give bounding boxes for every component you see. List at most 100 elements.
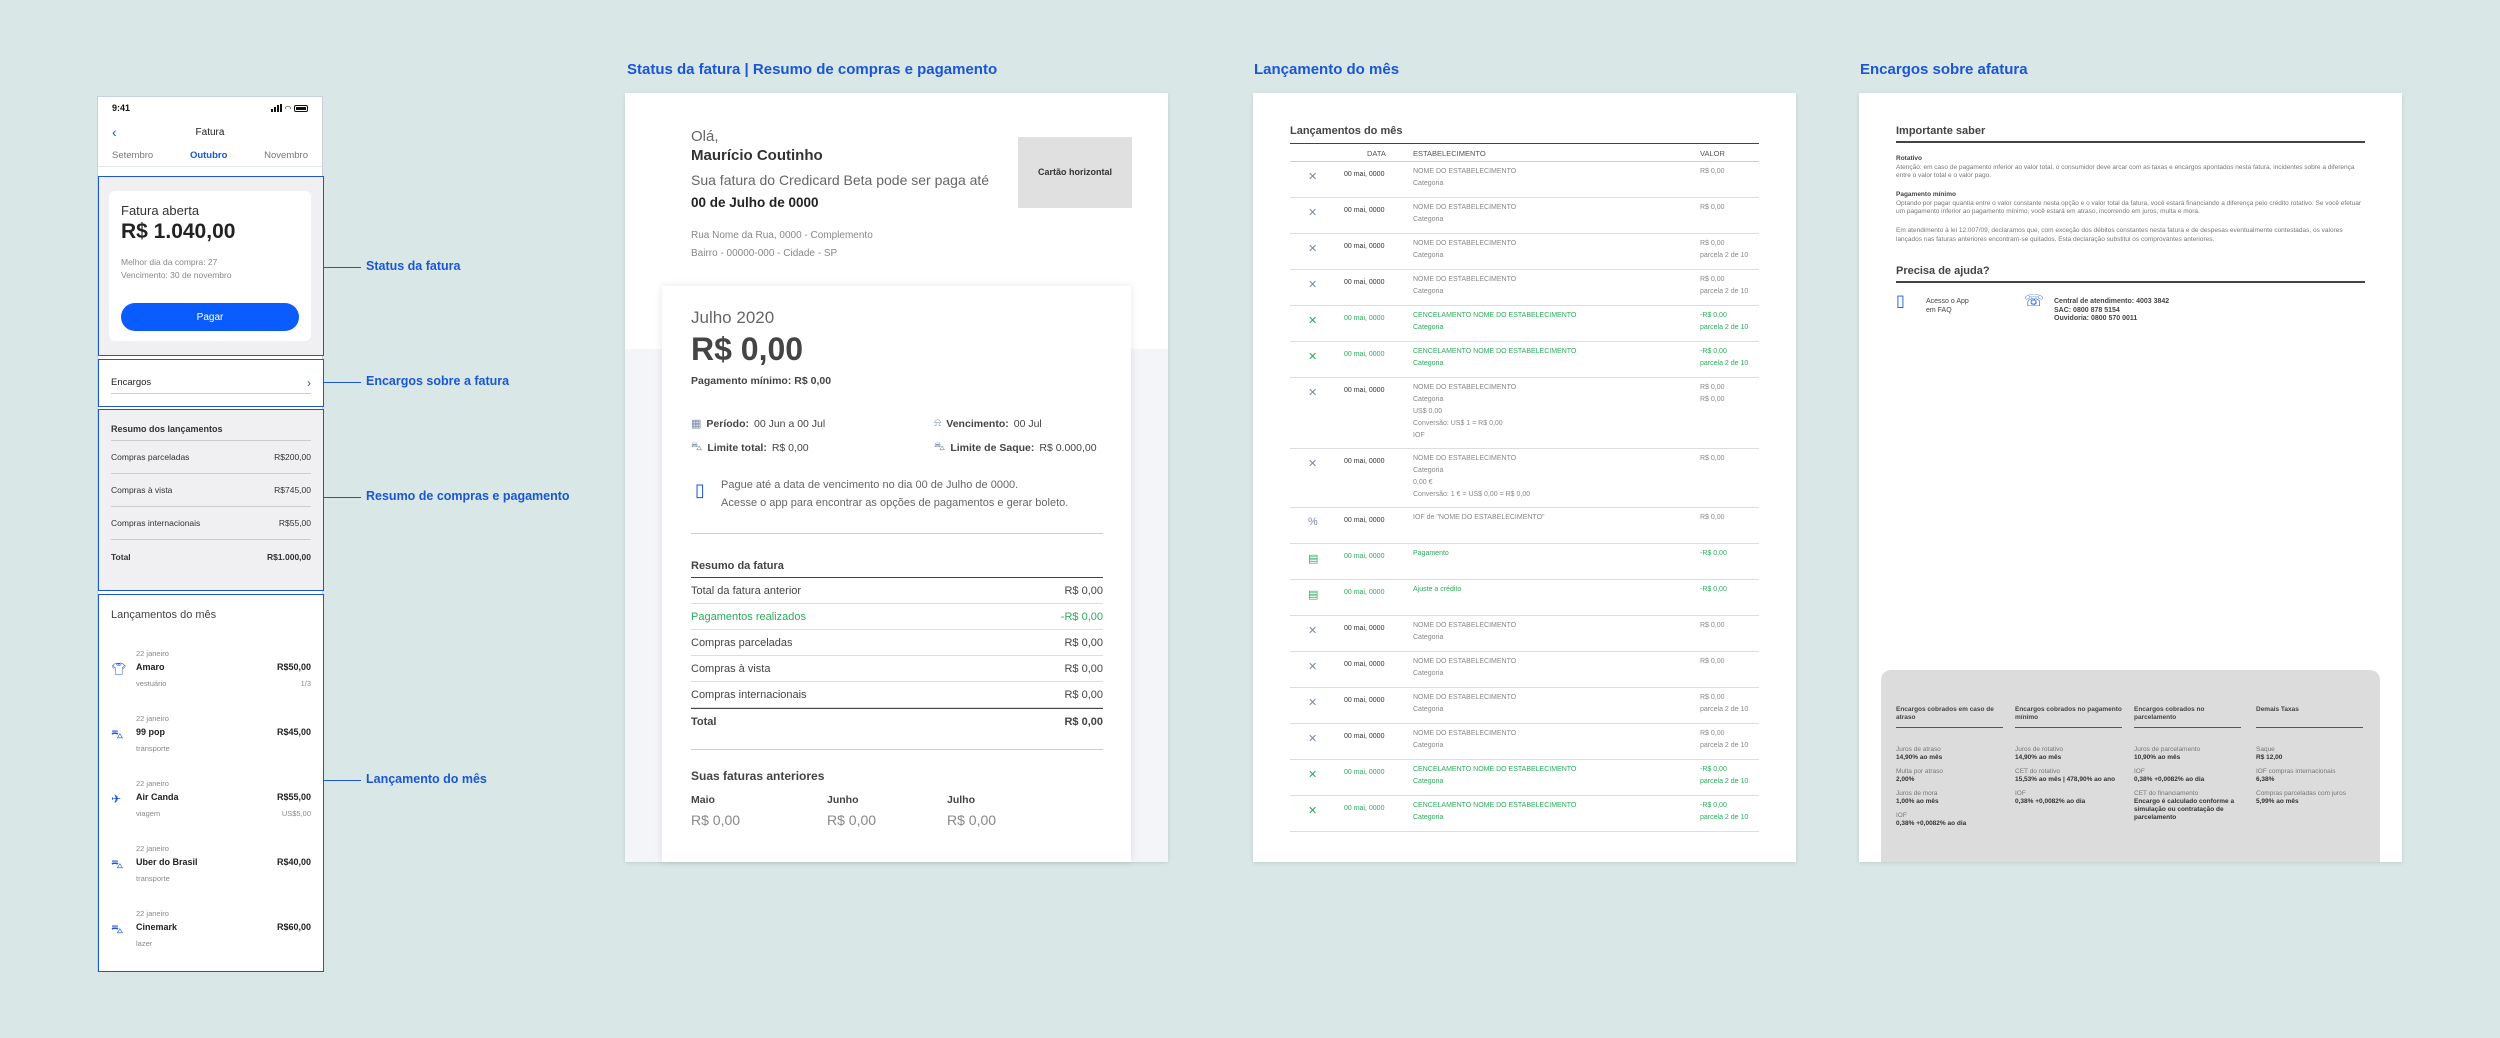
- car-icon: ⛍: [691, 441, 703, 453]
- nav-title: Fatura: [195, 126, 225, 138]
- minimo-text: Pagamento mínimo Optando por pagar quant…: [1896, 191, 2362, 215]
- column-title: Encargos cobrados em caso de atraso: [1896, 706, 2003, 728]
- saque-info: ⛍ Limite de Saque: R$ 0.000,00: [934, 441, 1097, 454]
- annotation-line: [323, 780, 361, 781]
- table-row: Total da fatura anterior R$ 0,00: [691, 578, 1103, 604]
- row-value: -R$ 0,00 parcela 2 de 10: [1700, 312, 1749, 331]
- help-app[interactable]: ▯ Acesso o App em FAQ: [1896, 294, 1996, 315]
- charge-label: Multa por atraso: [1896, 768, 1943, 775]
- section-title-encargos: Encargos sobre afatura: [1860, 61, 2028, 78]
- resumo-list: Resumo dos lançamentos Compras parcelada…: [111, 418, 311, 573]
- list-item[interactable]: 22 janeiro 👕︎ Amaro R$50,00 vestuário 1/…: [111, 649, 311, 709]
- table-row: ✕ 00 mai, 0000 NOME DO ESTABELECIMENTO Cate…: [1290, 616, 1759, 652]
- charge-label: Juros de parcelamento: [2134, 746, 2201, 753]
- row-value: -R$ 0,00 parcela 2 de 10: [1700, 348, 1749, 367]
- row-establishment: NOME DO ESTABELECIMENTO Categoria: [1413, 204, 1517, 223]
- wifi-icon: ◠: [284, 103, 291, 113]
- list-item[interactable]: 22 janeiro ⛍ 99 pop R$45,00 transporte: [111, 714, 311, 774]
- table-row: % 00 mai, 0000 IOF de "NOME DO ESTABELECIM…: [1290, 508, 1759, 544]
- table-row: ▤ 00 mai, 0000 Pagamento -R$ 0,00: [1290, 544, 1759, 580]
- status-time: 9:41: [112, 103, 131, 113]
- status-section: Fatura aberta R$ 1.040,00 Melhor dia da …: [98, 176, 324, 356]
- col-valor: VALOR: [1700, 149, 1725, 158]
- table-row: ✕ 00 mai, 0000 NOME DO ESTABELECIMENTO Cate…: [1290, 270, 1759, 306]
- lancamentos-table: DATA ESTABELECIMENTO VALOR ✕ 00 mai, 0000…: [1290, 143, 1759, 832]
- importante-title: Importante saber: [1896, 125, 1986, 137]
- charge-value: 0,38% +0,0082% ao dia: [1896, 820, 1967, 827]
- percent-icon: %: [1308, 516, 1318, 528]
- charge-value: 1,00% ao mês: [1896, 798, 1939, 805]
- invoice-month: Julho 2020: [691, 308, 775, 327]
- customer-name: Maurício Coutinho: [691, 147, 823, 164]
- row-establishment: NOME DO ESTABELECIMENTO Categoria 0,00 € Co…: [1413, 455, 1531, 498]
- row-establishment: CENCELAMENTO NOME DO ESTABELECIMENTO Cate…: [1413, 802, 1577, 821]
- divider: [1896, 281, 2365, 283]
- invoice-message: Sua fatura do Credicard Beta pode ser pa…: [691, 172, 990, 210]
- row-value: R$ 0,00: [1700, 455, 1725, 462]
- vencimento-info: ⍾ Vencimento: 00 Jul: [934, 417, 1042, 430]
- atendimento-text: Em atendimento à lei 12.007/09, declaram…: [1896, 227, 2343, 243]
- previous-invoice[interactable]: Junho R$ 0,00: [827, 794, 876, 828]
- tab-novembro[interactable]: Novembro: [264, 150, 308, 161]
- list-item[interactable]: 22 janeiro ⛍ Cinemark R$60,00 lazer: [111, 909, 311, 969]
- row-establishment: IOF de "NOME DO ESTABELECIMENTO": [1413, 514, 1545, 521]
- limite-info: ⛍ Limite total: R$ 0,00: [691, 441, 809, 454]
- charge-label: Juros de atraso: [1896, 746, 1941, 753]
- due-date: Vencimento: 30 de novembro: [121, 270, 232, 280]
- phone-icon: ▯: [695, 480, 705, 500]
- row-establishment: NOME DO ESTABELECIMENTO Categoria: [1413, 240, 1517, 259]
- pay-button[interactable]: Pagar: [121, 303, 299, 331]
- encargos-label: Encargos: [111, 377, 152, 388]
- annotation-line: [323, 382, 361, 383]
- payment-note: ▯ Pague até a data de vencimento no dia …: [695, 479, 1069, 509]
- periodo-info: ▦ Período: 00 Jun a 00 Jul: [691, 417, 826, 431]
- receipt-icon: ▤: [1308, 589, 1319, 601]
- lancamentos-page: Lançamentos do mês DATA ESTABELECIMENTO …: [1253, 93, 1796, 862]
- encargos-row[interactable]: Encargos ›: [111, 372, 311, 394]
- car-icon: ⛍: [111, 857, 124, 871]
- previous-invoices-title: Suas faturas anteriores: [691, 769, 825, 783]
- transaction-icon: ✕: [1308, 279, 1318, 291]
- card-title: Fatura aberta: [121, 203, 200, 218]
- charge-value: R$ 12,00: [2256, 754, 2283, 761]
- column-title: Demais Taxas: [2256, 706, 2363, 728]
- encargos-table: Encargos cobrados em caso de atraso Juros…: [1881, 670, 2380, 862]
- row-value: -R$ 0,00: [1700, 550, 1727, 557]
- charge-value: Encargo é calculado conforme a simulação…: [2134, 798, 2235, 821]
- tab-outubro[interactable]: Outubro: [190, 150, 227, 161]
- row-date: 00 mai, 0000: [1344, 769, 1385, 776]
- rotativo-text: Rotativo Atenção: em caso de pagamento i…: [1896, 155, 2355, 179]
- previous-invoice[interactable]: Julho R$ 0,00: [947, 794, 996, 828]
- table-row: ✕ 00 mai, 0000 NOME DO ESTABELECIMENTO Cate…: [1290, 724, 1759, 760]
- row-value: -R$ 0,00 parcela 2 de 10: [1700, 802, 1749, 821]
- calendar-icon: ▦: [691, 418, 702, 430]
- battery-icon: [294, 104, 308, 112]
- transaction-icon: ✕: [1308, 387, 1318, 399]
- previous-invoice[interactable]: Maio R$ 0,00: [691, 794, 740, 828]
- row-value: R$ 0,00: [1700, 168, 1725, 175]
- transaction-icon: ✕: [1308, 207, 1318, 219]
- list-item[interactable]: 22 janeiro ⛍ Uber do Brasil R$40,00 tran…: [111, 844, 311, 904]
- charge-label: IOF: [2134, 768, 2145, 775]
- row-establishment: CENCELAMENTO NOME DO ESTABELECIMENTO Cate…: [1413, 312, 1577, 331]
- charge-label: CET do rotativo: [2015, 768, 2061, 775]
- row-date: 00 mai, 0000: [1344, 661, 1385, 668]
- transaction-icon: ✕: [1308, 243, 1318, 255]
- encargos-column: Encargos cobrados em caso de atraso Juros…: [1896, 706, 2003, 834]
- chevron-right-icon: ›: [307, 375, 311, 390]
- back-arrow-icon[interactable]: ‹: [112, 124, 117, 140]
- row-value: R$ 0,00 R$ 0,00: [1700, 384, 1725, 403]
- card-amount: R$ 1.040,00: [121, 220, 236, 243]
- list-item[interactable]: 22 janeiro ✈ Air Canda R$55,00 viagem US…: [111, 779, 311, 839]
- table-row: ✕ 00 mai, 0000 NOME DO ESTABELECIMENTO Cate…: [1290, 378, 1759, 449]
- charge-value: 2,00%: [1896, 776, 1915, 783]
- resumo-title: Resumo dos lançamentos: [111, 418, 311, 441]
- row-establishment: NOME DO ESTABELECIMENTO Categoria: [1413, 168, 1517, 187]
- car-icon: ⛍: [111, 727, 124, 741]
- charge-label: Juros de rotativo: [2015, 746, 2064, 753]
- annotation-lancamento: Lançamento do mês: [366, 772, 487, 786]
- table-row: ✕ 00 mai, 0000 CENCELAMENTO NOME DO ESTABE…: [1290, 342, 1759, 378]
- tab-setembro[interactable]: Setembro: [112, 150, 153, 161]
- open-invoice-card: Fatura aberta R$ 1.040,00 Melhor dia da …: [109, 191, 311, 341]
- row-establishment: Ajuste a crédito: [1413, 586, 1462, 593]
